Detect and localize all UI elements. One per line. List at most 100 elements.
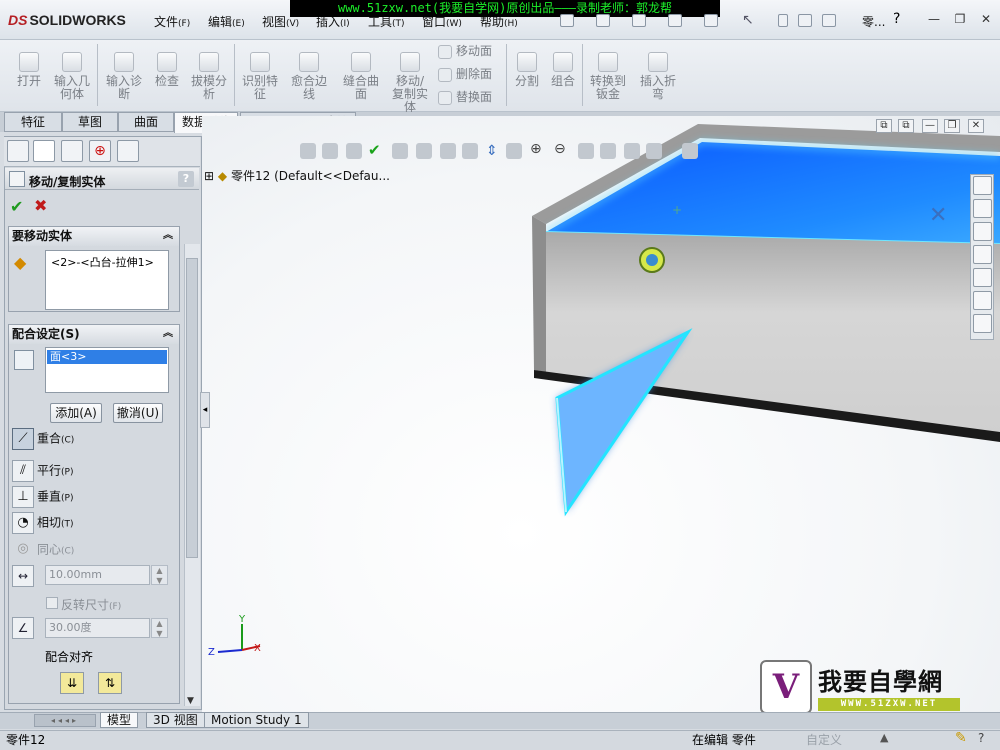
- close-button[interactable]: ✕: [978, 12, 994, 28]
- rebuild-icon[interactable]: [778, 14, 788, 27]
- ok-check-icon[interactable]: ✔: [368, 141, 381, 159]
- section-view-icon[interactable]: [392, 143, 408, 159]
- tab-sketch[interactable]: 草图: [62, 112, 118, 132]
- collapse-chevron-icon[interactable]: ︽: [161, 229, 175, 243]
- previous-view-icon[interactable]: [346, 143, 362, 159]
- home-icon[interactable]: [973, 176, 992, 195]
- dimxpert-tab-icon[interactable]: ⊕: [89, 140, 111, 162]
- cube-view-icon[interactable]: [646, 143, 662, 159]
- replace-face-button[interactable]: 替换面: [438, 88, 492, 105]
- mate-perpendicular[interactable]: ⊥ 垂直(P): [12, 486, 73, 508]
- mate-coincident[interactable]: ⟋ 重合(C): [12, 428, 74, 450]
- collapse-chevron-icon[interactable]: ︽: [161, 327, 175, 341]
- zoom-area-icon[interactable]: [322, 143, 338, 159]
- check-button[interactable]: 检查: [152, 52, 182, 88]
- doc-close-button[interactable]: ✕: [968, 119, 984, 133]
- mate-tangent[interactable]: ◔ 相切(T): [12, 512, 74, 534]
- forum-icon[interactable]: [973, 314, 992, 333]
- custom-properties-icon[interactable]: [973, 291, 992, 310]
- delete-face-button[interactable]: 删除面: [438, 65, 492, 82]
- minimize-button[interactable]: —: [926, 12, 942, 28]
- help-icon[interactable]: ?: [893, 11, 900, 27]
- tree-expand-icon[interactable]: ⊞: [204, 169, 214, 183]
- search-commands[interactable]: 零...: [862, 13, 885, 30]
- tab-features[interactable]: 特征: [4, 112, 62, 132]
- open-icon[interactable]: [596, 14, 610, 27]
- options-icon[interactable]: [822, 14, 836, 27]
- draft-analysis-button[interactable]: 拔模分 析: [187, 52, 231, 101]
- configuration-manager-tab-icon[interactable]: [61, 140, 83, 162]
- mate-parallel[interactable]: ⫽ 平行(P): [12, 460, 73, 482]
- display-style-icon[interactable]: [440, 143, 456, 159]
- restore-button[interactable]: ❐: [952, 12, 968, 28]
- undo-button[interactable]: 撤消(U): [113, 403, 163, 423]
- menu-edit[interactable]: 编辑(E): [208, 13, 245, 30]
- tab-motion-study[interactable]: Motion Study 1: [204, 712, 309, 728]
- display-manager-tab-icon[interactable]: [117, 140, 139, 162]
- solidworks-logo[interactable]: DS SOLIDWORKS: [8, 12, 126, 28]
- tab-model[interactable]: 模型: [100, 712, 139, 728]
- bodies-list[interactable]: <2>-<凸台-拉伸1>: [45, 250, 169, 310]
- scene-icon[interactable]: [578, 143, 594, 159]
- move-copy-body-button[interactable]: 移动/ 复制实 体: [388, 52, 432, 114]
- save-icon[interactable]: [632, 14, 646, 27]
- select-arrow-icon[interactable]: ↖: [742, 12, 754, 28]
- model-viewport[interactable]: + ✕ Y X Z: [202, 116, 1000, 712]
- hide-show-icon[interactable]: [462, 143, 478, 159]
- scroll-down-icon[interactable]: ▼: [187, 696, 194, 706]
- bodies-group-header[interactable]: 要移动实体 ︽: [9, 227, 179, 246]
- new-doc-icon[interactable]: [560, 14, 574, 27]
- print-icon[interactable]: [668, 14, 682, 27]
- appearance-icon[interactable]: [506, 143, 522, 159]
- add-button[interactable]: 添加(A): [50, 403, 102, 423]
- measure-icon[interactable]: ⇕: [486, 143, 498, 159]
- doc-restore-button[interactable]: ❐: [944, 119, 960, 133]
- property-manager-tab-icon[interactable]: [33, 140, 55, 162]
- feature-tree-flyout[interactable]: ⊞ ◆ 零件12 (Default<<Defau...: [204, 167, 390, 184]
- view-orientation-icon[interactable]: [416, 143, 432, 159]
- design-library-icon[interactable]: [973, 199, 992, 218]
- cancel-button[interactable]: ✖: [34, 196, 47, 215]
- import-geometry-button[interactable]: 输入几 何体: [50, 52, 94, 101]
- list-item-selected[interactable]: 面<3>: [47, 350, 167, 364]
- close-x-icon[interactable]: ✕: [929, 203, 947, 228]
- convert-sheetmetal-button[interactable]: 转换到 钣金: [586, 52, 630, 101]
- menu-file[interactable]: 文件(F): [154, 13, 190, 30]
- help-button[interactable]: ?: [178, 171, 194, 187]
- zoom-in-icon[interactable]: ⊕: [530, 141, 542, 157]
- doc-minimize-button[interactable]: —: [922, 119, 938, 133]
- mate-settings-header[interactable]: 配合设定(S) ︽: [9, 325, 179, 344]
- tab-scroll-arrows[interactable]: ◂◂◂▸: [34, 714, 96, 727]
- insert-bends-button[interactable]: 插入折 弯: [636, 52, 680, 101]
- view-palette-icon[interactable]: [973, 245, 992, 264]
- list-item[interactable]: <2>-<凸台-拉伸1>: [51, 254, 163, 270]
- heal-edges-button[interactable]: 愈合边 线: [287, 52, 331, 101]
- file-explorer-icon[interactable]: [973, 222, 992, 241]
- status-custom-units[interactable]: 自定义: [806, 731, 842, 748]
- tab-3d-views[interactable]: 3D 视图: [146, 712, 205, 728]
- split-button[interactable]: 分割: [512, 52, 542, 88]
- anti-aligned-button[interactable]: ⇅: [98, 672, 122, 694]
- tile-vertical-button[interactable]: ⧉: [898, 119, 914, 133]
- zoom-fit-icon[interactable]: [300, 143, 316, 159]
- rebuild-status-icon[interactable]: ✎: [955, 730, 967, 746]
- feature-manager-tab-icon[interactable]: [7, 140, 29, 162]
- open-button[interactable]: 打开: [14, 52, 44, 88]
- undo-icon[interactable]: [704, 14, 718, 27]
- file-properties-icon[interactable]: [798, 14, 812, 27]
- ok-button[interactable]: ✔: [10, 197, 23, 216]
- tab-surfaces[interactable]: 曲面: [118, 112, 174, 132]
- feature-recognition-button[interactable]: 识别特 征: [238, 52, 282, 101]
- move-face-button[interactable]: 移动面: [438, 42, 492, 59]
- help-status-icon[interactable]: ?: [978, 731, 984, 745]
- rotate-icon[interactable]: [624, 143, 640, 159]
- panel-collapse-handle[interactable]: ◂: [200, 392, 210, 428]
- appearances-icon[interactable]: [973, 268, 992, 287]
- zoom-out-icon[interactable]: ⊖: [554, 141, 566, 157]
- view-settings-icon[interactable]: [600, 143, 616, 159]
- status-arrow-icon[interactable]: ▲: [880, 731, 888, 744]
- aligned-button[interactable]: ⇊: [60, 672, 84, 694]
- combine-button[interactable]: 组合: [548, 52, 578, 88]
- panel-scroll-thumb[interactable]: [186, 258, 198, 558]
- view-cube-icon[interactable]: [682, 143, 698, 159]
